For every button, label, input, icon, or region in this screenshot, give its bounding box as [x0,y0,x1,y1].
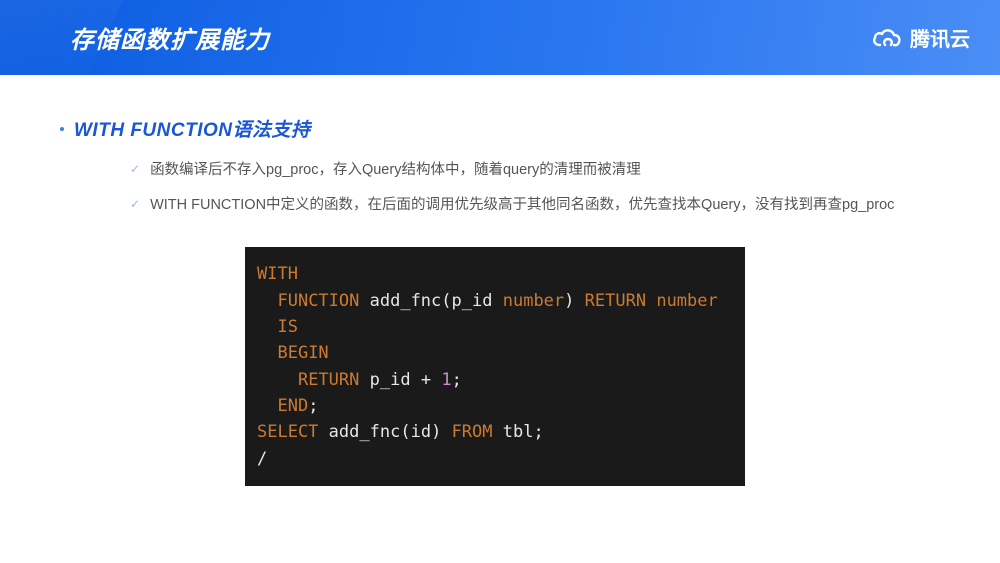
code-op-plus: + [421,370,431,390]
brand: 腾讯云 [872,23,970,52]
code-type: number [503,291,564,311]
code-tbl: tbl [503,422,534,442]
code-kw-is: IS [277,317,297,337]
code-kw-begin: BEGIN [277,343,328,363]
list-item: ✓ 函数编译后不存入pg_proc，存入Query结构体中，随着query的清理… [130,158,930,183]
code-kw-select: SELECT [257,422,318,442]
code-kw-end: END [277,396,308,416]
code-kw-return: RETURN [298,370,359,390]
code-semi: ; [308,396,318,416]
code-type: number [656,291,717,311]
list-item: ✓ WITH FUNCTION中定义的函数，在后面的调用优先级高于其他同名函数，… [130,193,930,218]
code-kw-return: RETURN [585,291,646,311]
code-kw-function: FUNCTION [277,291,359,311]
check-icon: ✓ [130,162,140,176]
code-param: p_id [452,291,493,311]
cloud-icon [872,27,902,49]
code-block: WITH FUNCTION add_fnc(p_id number) RETUR… [245,247,745,486]
code-var: p_id [370,370,411,390]
slide-header: 存储函数扩展能力 腾讯云 [0,0,1000,75]
code-semi: ; [533,422,543,442]
code-semi: ; [452,370,462,390]
code-slash: / [257,449,267,469]
slide-content: WITH FUNCTION语法支持 ✓ 函数编译后不存入pg_proc，存入Qu… [0,75,1000,563]
code-num: 1 [441,370,451,390]
brand-label: 腾讯云 [910,23,970,52]
code-rparen: ) [431,422,441,442]
code-lparen: ( [441,291,451,311]
section-title: WITH FUNCTION语法支持 [74,115,310,142]
code-lparen: ( [400,422,410,442]
page-title: 存储函数扩展能力 [70,20,270,55]
code-fn-name: add_fnc [370,291,442,311]
bullet-text: 函数编译后不存入pg_proc，存入Query结构体中，随着query的清理而被… [150,158,641,183]
bullet-list: ✓ 函数编译后不存入pg_proc，存入Query结构体中，随着query的清理… [130,158,930,217]
code-kw-from: FROM [452,422,493,442]
check-icon: ✓ [130,197,140,211]
bullet-text: WITH FUNCTION中定义的函数，在后面的调用优先级高于其他同名函数，优先… [150,193,894,218]
section-heading-row: WITH FUNCTION语法支持 [60,115,930,142]
bullet-dot-icon [60,127,64,131]
code-fn-name: add_fnc [329,422,401,442]
code-kw-with: WITH [257,264,298,284]
code-rparen: ) [564,291,574,311]
code-id: id [411,422,431,442]
